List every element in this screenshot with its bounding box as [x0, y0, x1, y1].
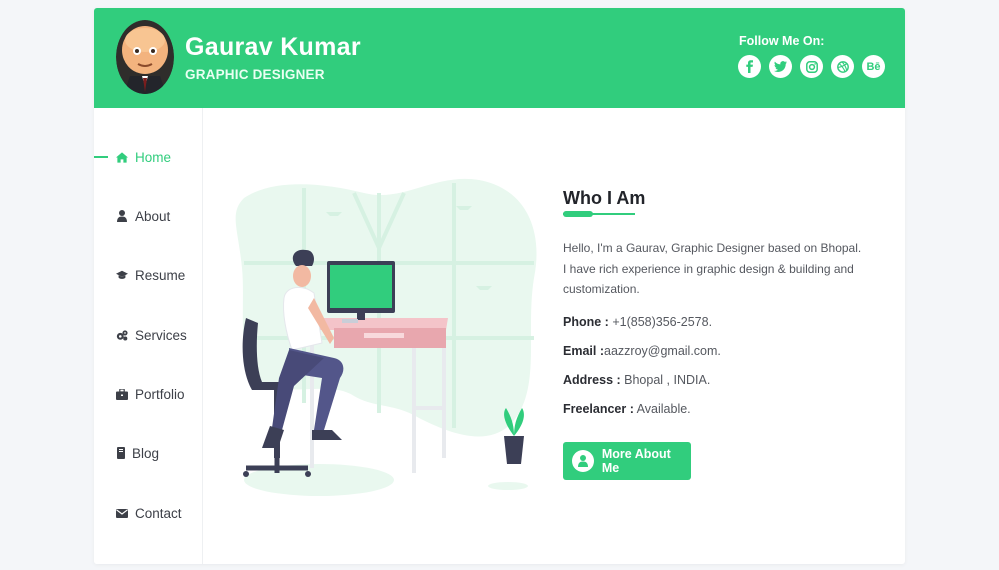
more-about-me-label: More About Me [601, 447, 671, 475]
email-label: Email : [563, 344, 604, 358]
bio-text: Hello, I'm a Gaurav, Graphic Designer ba… [563, 241, 862, 296]
nav-item-blog[interactable]: Blog [116, 443, 159, 463]
graduation-cap-icon [116, 269, 128, 281]
home-icon [116, 151, 128, 163]
nav-item-about[interactable]: About [116, 206, 170, 226]
nav-item-services[interactable]: Services [116, 325, 187, 345]
nav-label-about: About [135, 208, 171, 224]
profile-card: Gaurav Kumar GRAPHIC DESIGNER Follow Me … [94, 8, 905, 564]
twitter-icon[interactable] [769, 55, 792, 78]
dribbble-icon[interactable] [831, 55, 854, 78]
nav-label-resume: Resume [135, 267, 186, 283]
phone-value: +1(858)356-2578. [612, 315, 713, 329]
profile-role: GRAPHIC DESIGNER [185, 67, 325, 82]
sidebar-nav: Home About Resume Services Portfolio Blo… [94, 108, 203, 564]
nav-label-home: Home [135, 149, 172, 165]
nav-item-portfolio[interactable]: Portfolio [116, 384, 185, 404]
nav-label-contact: Contact [135, 505, 182, 521]
address-label: Address : [563, 373, 621, 387]
title-underline-accent [563, 211, 593, 217]
instagram-icon[interactable] [800, 55, 823, 78]
more-about-me-button[interactable]: More About Me [563, 442, 691, 480]
social-links: Bē [738, 55, 885, 78]
section-title: Who I Am [563, 188, 646, 208]
freelancer-row: Freelancer : Available. [563, 402, 691, 416]
behance-glyph: Bē [866, 60, 881, 73]
phone-label: Phone : [563, 315, 609, 329]
user-circle-icon [572, 450, 594, 472]
nav-label-services: Services [135, 327, 187, 343]
workspace-illustration [234, 168, 544, 508]
nav-label-portfolio: Portfolio [135, 386, 185, 402]
email-row: Email :aazzroy@gmail.com. [563, 344, 721, 358]
freelancer-label: Freelancer : [563, 402, 634, 416]
facebook-icon[interactable] [738, 55, 761, 78]
email-value: aazzroy@gmail.com. [604, 344, 721, 358]
nav-item-resume[interactable]: Resume [116, 265, 185, 285]
phone-row: Phone : +1(858)356-2578. [563, 315, 712, 329]
freelancer-value: Available. [636, 402, 691, 416]
envelope-icon [116, 507, 128, 519]
user-icon [116, 210, 128, 222]
behance-icon[interactable]: Bē [862, 55, 885, 78]
profile-name: Gaurav Kumar [185, 33, 361, 61]
nav-item-home[interactable]: Home [116, 147, 171, 167]
cogs-icon [116, 329, 128, 341]
nav-label-blog: Blog [132, 445, 160, 461]
address-value: Bhopal , INDIA. [624, 373, 711, 387]
active-indicator [94, 156, 108, 158]
briefcase-icon [116, 388, 128, 400]
address-row: Address : Bhopal , INDIA. [563, 373, 710, 387]
nav-item-contact[interactable]: Contact [116, 503, 182, 523]
avatar [116, 20, 174, 94]
follow-label: Follow Me On: [739, 34, 825, 48]
header-bar: Gaurav Kumar GRAPHIC DESIGNER Follow Me … [94, 8, 905, 108]
book-icon [116, 447, 125, 459]
